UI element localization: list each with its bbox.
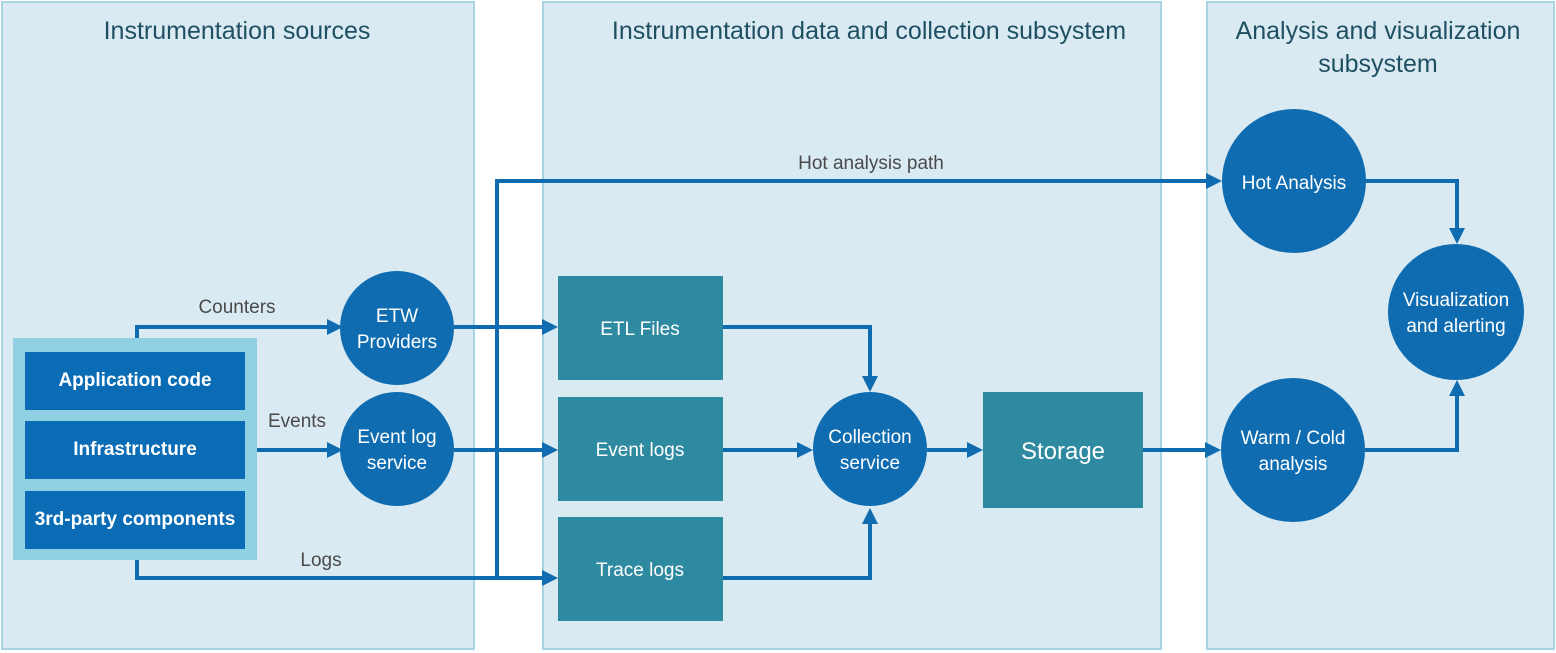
- panel-title-analysis-visualization-line2: subsystem: [1318, 50, 1437, 78]
- node-label-visualization-and-alerting-line2: and alerting: [1406, 316, 1505, 337]
- panel-title-analysis-visualization-line1: Analysis and visualization: [1236, 17, 1521, 45]
- edge-label-counters: Counters: [198, 297, 275, 318]
- node-label-etw-providers-line1: ETW: [376, 306, 418, 327]
- node-etw-providers[interactable]: [340, 271, 454, 385]
- edge-label-logs: Logs: [300, 550, 341, 571]
- architecture-diagram: Instrumentation sources Instrumentation …: [0, 0, 1556, 653]
- node-label-etl-files: ETL Files: [600, 319, 680, 340]
- diagram-canvas: Instrumentation sources Instrumentation …: [1, 1, 1555, 650]
- node-visualization-and-alerting[interactable]: [1388, 244, 1524, 380]
- edge-label-events: Events: [268, 411, 326, 432]
- node-warm-cold-analysis[interactable]: [1221, 378, 1365, 522]
- node-label-trace-logs: Trace logs: [596, 560, 684, 581]
- node-label-event-log-service-line2: service: [367, 453, 427, 474]
- node-label-collection-service-line2: service: [840, 453, 900, 474]
- node-label-hot-analysis: Hot Analysis: [1242, 173, 1347, 194]
- panel-title-instrumentation-sources: Instrumentation sources: [104, 17, 371, 45]
- node-label-warm-cold-analysis-line1: Warm / Cold: [1241, 428, 1346, 449]
- node-collection-service[interactable]: [813, 392, 927, 506]
- node-label-storage: Storage: [1021, 438, 1105, 465]
- node-label-warm-cold-analysis-line2: analysis: [1259, 454, 1328, 475]
- source-box-label-third-party-components: 3rd-party components: [35, 509, 236, 530]
- node-label-collection-service-line1: Collection: [828, 427, 911, 448]
- edge-label-hot-analysis-path: Hot analysis path: [798, 153, 944, 174]
- panel-title-instrumentation-data-collection: Instrumentation data and collection subs…: [612, 17, 1126, 45]
- node-label-event-log-service-line1: Event log: [357, 427, 436, 448]
- node-label-visualization-and-alerting-line1: Visualization: [1403, 290, 1509, 311]
- node-event-log-service[interactable]: [340, 392, 454, 506]
- source-box-label-infrastructure: Infrastructure: [73, 439, 197, 460]
- node-label-event-logs: Event logs: [596, 440, 685, 461]
- source-box-label-application-code: Application code: [58, 370, 211, 391]
- node-label-etw-providers-line2: Providers: [357, 332, 437, 353]
